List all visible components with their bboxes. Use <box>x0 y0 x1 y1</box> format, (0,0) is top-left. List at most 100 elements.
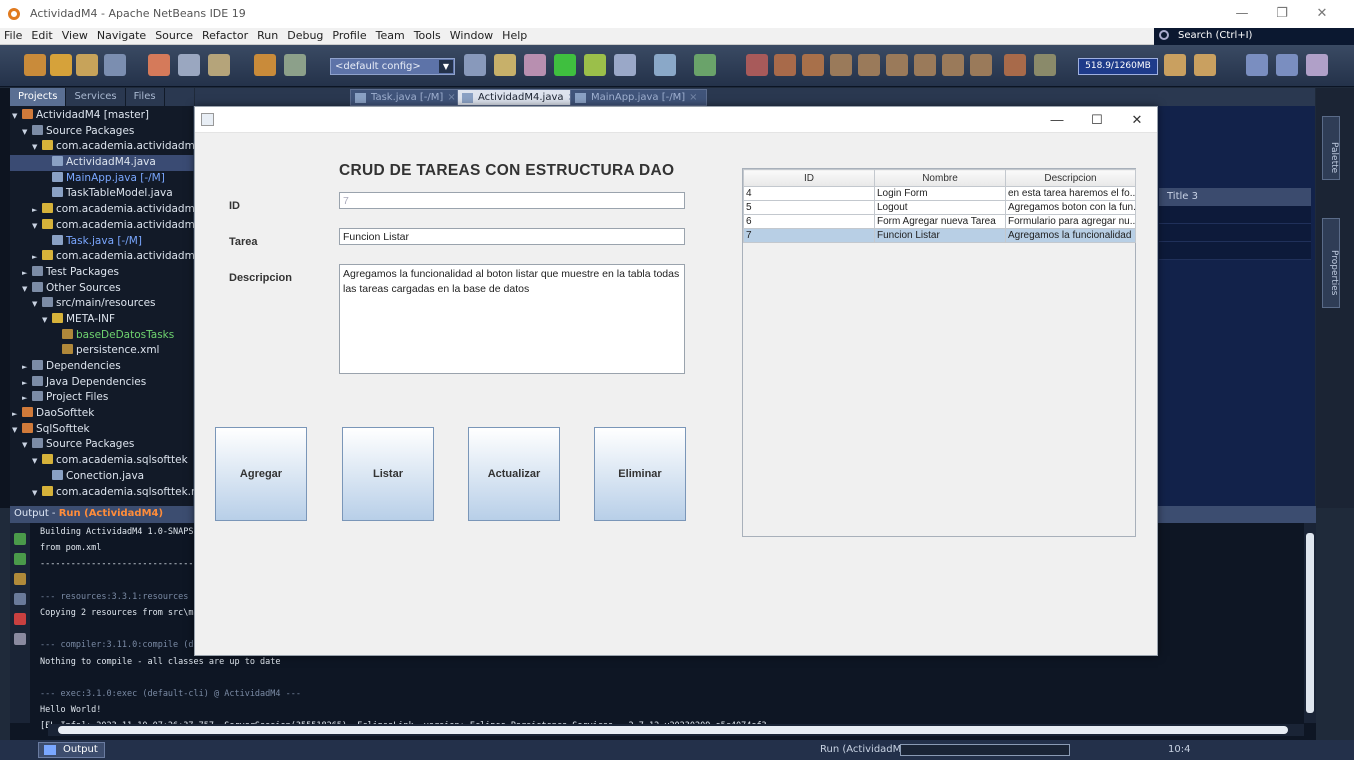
stop-icon[interactable] <box>14 613 26 625</box>
tree-node[interactable]: ▼ com.academia.actividadm4 <box>10 139 194 155</box>
menu-item-navigate[interactable]: Navigate <box>97 29 146 42</box>
rerun-goals-icon[interactable] <box>14 553 26 565</box>
cell-id[interactable]: 4 <box>743 186 875 201</box>
redo-icon[interactable] <box>284 54 306 76</box>
descripcion-textarea[interactable]: Agregamos la funcionalidad al boton list… <box>339 264 685 374</box>
menu-item-view[interactable]: View <box>62 29 88 42</box>
cell-id[interactable]: 6 <box>743 214 875 229</box>
gc-icon[interactable] <box>1034 54 1056 76</box>
tree-node[interactable]: MainApp.java [-/M] <box>10 171 194 187</box>
tree-node[interactable]: TaskTableModel.java <box>10 186 194 202</box>
expand-arrow-icon[interactable]: ▼ <box>32 486 42 501</box>
id-field[interactable] <box>339 192 685 209</box>
tree-node[interactable]: Conection.java <box>10 469 194 485</box>
tab-mainapp-java[interactable]: MainApp.java [-/M] × <box>570 89 707 106</box>
continue-icon[interactable] <box>802 54 824 76</box>
clean-build-icon[interactable] <box>524 54 546 76</box>
copy-icon[interactable] <box>178 54 200 76</box>
tree-node[interactable]: baseDeDatosTasks <box>10 328 194 344</box>
tab-properties[interactable]: Properties <box>1322 218 1340 308</box>
tasks-table-scrollpane[interactable]: ID Nombre Descripcion 4 Login Form en esta… <box>742 168 1136 537</box>
table-row[interactable]: 5 Logout Agregamos boton con la fun... <box>743 200 1136 215</box>
settings-icon[interactable] <box>14 593 26 605</box>
tree-node[interactable]: ▼ SqlSofttek <box>10 422 194 438</box>
cell-descripcion[interactable]: en esta tarea haremos el fo... <box>1005 186 1136 201</box>
tree-node[interactable]: Task.java [-/M] <box>10 234 194 250</box>
tree-node[interactable]: ▼ com.academia.actividadm4.model <box>10 218 194 234</box>
tarea-field[interactable] <box>339 228 685 245</box>
column-header-id[interactable]: ID <box>743 169 875 187</box>
cell-nombre[interactable]: Funcion Listar <box>874 228 1006 243</box>
new-project-icon[interactable] <box>50 54 72 76</box>
dialog-close-icon[interactable]: ✕ <box>1117 110 1157 130</box>
agregar-button[interactable]: Agregar <box>215 427 307 521</box>
tree-node[interactable]: ► Dependencies <box>10 359 194 375</box>
save-all-icon[interactable] <box>104 54 126 76</box>
menu-item-refactor[interactable]: Refactor <box>202 29 248 42</box>
collapse-arrow-icon[interactable]: ► <box>32 203 42 218</box>
apply-changes-icon[interactable] <box>694 54 716 76</box>
tree-node[interactable]: ► Java Dependencies <box>10 375 194 391</box>
tree-node[interactable]: ▼ com.academia.sqlsofttek <box>10 453 194 469</box>
tab-files[interactable]: Files <box>126 88 165 106</box>
column-header-descripcion[interactable]: Descripcion <box>1005 169 1136 187</box>
output-vertical-scrollbar[interactable] <box>1304 523 1316 723</box>
apply-code-changes-icon[interactable] <box>942 54 964 76</box>
listar-button[interactable]: Listar <box>342 427 434 521</box>
menu-item-team[interactable]: Team <box>376 29 405 42</box>
tree-node[interactable]: ▼ META-INF <box>10 312 194 328</box>
expand-arrow-icon[interactable]: ▼ <box>22 282 32 297</box>
tab-palette[interactable]: Palette <box>1322 116 1340 180</box>
table-row[interactable]: 7 Funcion Listar Agregamos la funcionalida… <box>743 228 1136 243</box>
step-over-icon[interactable] <box>830 54 852 76</box>
dialog-minimize-icon[interactable]: — <box>1037 110 1077 130</box>
cell-descripcion[interactable]: Agregamos boton con la fun... <box>1005 200 1136 215</box>
collapse-arrow-icon[interactable]: ► <box>22 360 32 375</box>
tab-task-java[interactable]: Task.java [-/M] × <box>350 89 465 106</box>
tab-actividadm4-java[interactable]: ActividadM4.java× <box>457 89 585 106</box>
menu-item-tools[interactable]: Tools <box>414 29 441 42</box>
expand-arrow-icon[interactable]: ▼ <box>32 219 42 234</box>
tree-node[interactable]: ▼ com.academia.sqlsofttek.model <box>10 485 194 501</box>
cell-descripcion[interactable]: Agregamos la funcionalidad ... <box>1005 228 1136 243</box>
output-horizontal-scrollbar[interactable] <box>48 724 1304 736</box>
run-icon[interactable] <box>554 54 576 76</box>
undo-icon[interactable] <box>254 54 276 76</box>
tree-node[interactable]: ▼ Source Packages <box>10 437 194 453</box>
tree-node[interactable]: ► Project Files <box>10 390 194 406</box>
close-icon[interactable]: ✕ <box>1302 4 1342 24</box>
window-layout-icon[interactable] <box>1246 54 1268 76</box>
menu-item-help[interactable]: Help <box>502 29 527 42</box>
expand-arrow-icon[interactable]: ▼ <box>32 297 42 312</box>
build-icon[interactable] <box>464 54 486 76</box>
plugins-icon[interactable] <box>1306 54 1328 76</box>
tree-node[interactable]: ► Test Packages <box>10 265 194 281</box>
search-box[interactable]: Search (Ctrl+I) <box>1154 28 1354 45</box>
tree-node[interactable]: ActividadM4.java <box>10 155 194 171</box>
hammer-icon[interactable] <box>494 54 516 76</box>
table-row[interactable]: 4 Login Form en esta tarea haremos el fo..… <box>743 186 1136 201</box>
menu-item-edit[interactable]: Edit <box>31 29 52 42</box>
menu-item-window[interactable]: Window <box>450 29 493 42</box>
step-out-icon[interactable] <box>886 54 908 76</box>
paste-icon[interactable] <box>208 54 230 76</box>
menu-item-debug[interactable]: Debug <box>287 29 323 42</box>
config-select[interactable]: <default config> ▼ <box>330 58 455 75</box>
collapse-arrow-icon[interactable]: ► <box>22 391 32 406</box>
collapse-arrow-icon[interactable]: ► <box>22 266 32 281</box>
output-window-tab[interactable]: Output <box>38 742 105 758</box>
new-file-icon[interactable] <box>24 54 46 76</box>
menu-item-file[interactable]: File <box>4 29 22 42</box>
pause-icon[interactable] <box>774 54 796 76</box>
tab-services[interactable]: Services <box>66 88 126 106</box>
menu-item-source[interactable]: Source <box>155 29 193 42</box>
expand-arrow-icon[interactable]: ▼ <box>32 454 42 469</box>
tree-node[interactable]: persistence.xml <box>10 343 194 359</box>
maximize-icon[interactable]: ❐ <box>1262 4 1302 24</box>
close-icon[interactable]: × <box>447 92 455 103</box>
gc-profile-icon[interactable] <box>1194 54 1216 76</box>
expand-arrow-icon[interactable]: ▼ <box>42 313 52 328</box>
collapse-arrow-icon[interactable]: ► <box>32 250 42 265</box>
cell-nombre[interactable]: Logout <box>874 200 1006 215</box>
tile-icon[interactable] <box>1276 54 1298 76</box>
